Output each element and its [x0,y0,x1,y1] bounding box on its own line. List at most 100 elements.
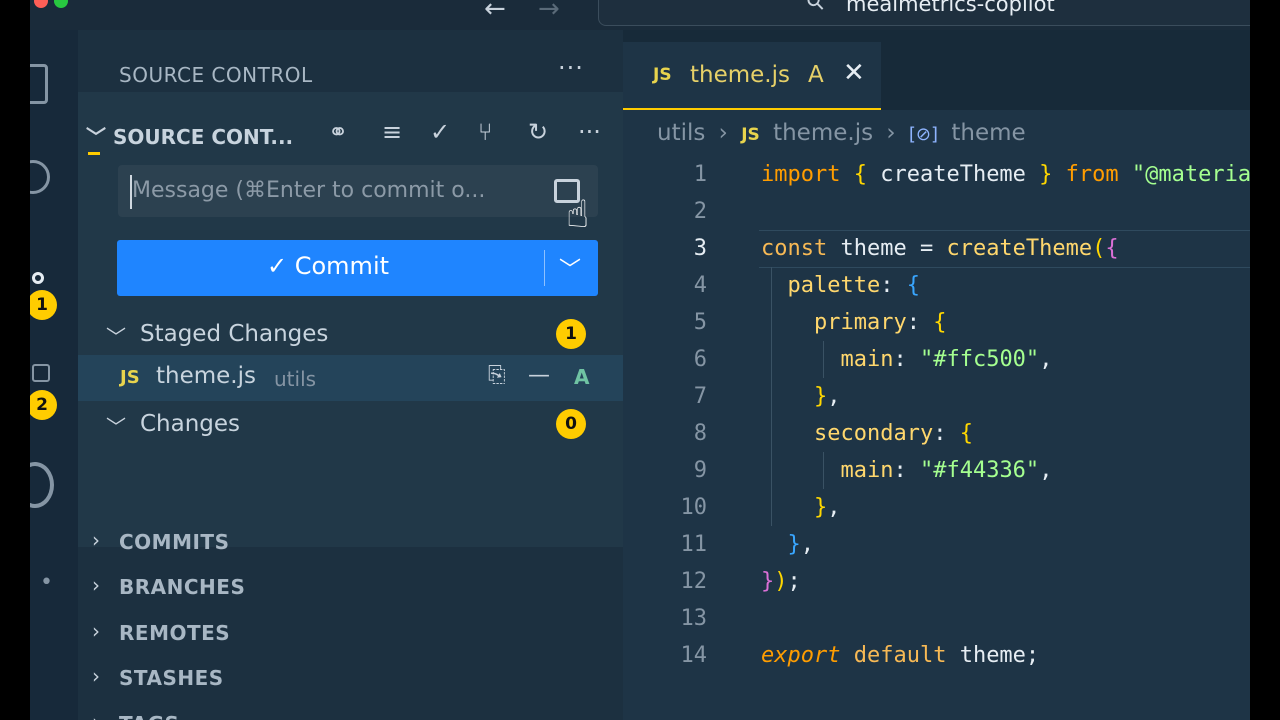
code-text: main: "#f44336", [840,458,1053,483]
chevron-right-icon: › [92,619,100,643]
code-line: 8 secondary: { [623,415,1250,452]
github-icon[interactable] [30,462,54,508]
code-text: import { createTheme } from "@material-u… [761,162,1250,187]
line-number: 4 [693,273,707,298]
tab-status: A [808,62,824,88]
remotes-panel-header[interactable]: › REMOTES [78,613,623,653]
open-file-icon[interactable]: ⎘ [488,363,506,388]
commit-button-separator [544,250,545,286]
tags-panel-header[interactable]: › TAGS [78,704,623,720]
line-number: 5 [693,310,707,335]
run-badge: 2 [30,390,57,420]
code-line: 5 primary: { [623,304,1250,341]
commits-panel-header[interactable]: › COMMITS [78,522,623,562]
code-line: 7 }, [623,378,1250,415]
breadcrumb-file[interactable]: theme.js [773,120,873,146]
chevron-right-icon: › [92,573,100,597]
activity-bar: 1 2 • [30,30,78,720]
file-status-added: A [574,365,590,389]
staged-changes-label: Staged Changes [140,321,329,347]
code-line: 2 [623,193,1250,230]
unstage-icon[interactable]: — [528,363,550,388]
back-arrow-icon[interactable]: ← [484,0,506,24]
code-line: 14 export default theme; [623,637,1250,674]
scm-more-icon[interactable]: ··· [578,118,601,146]
view-as-list-icon[interactable]: ≡ [382,118,402,146]
line-number: 13 [680,606,708,631]
line-number: 12 [680,569,708,594]
window-title: mealmetrics-copilot [846,0,1055,16]
code-line: 9 main: "#f44336", [623,452,1250,489]
line-number: 3 [693,236,707,261]
line-number: 1 [693,162,707,187]
line-number: 8 [693,421,707,446]
run-debug-icon[interactable] [32,364,50,382]
code-text: const theme = createTheme({ [761,236,1119,261]
code-text: secondary: { [813,421,973,446]
code-text: }, [813,384,841,409]
stashes-label: STASHES [119,666,224,690]
refresh-icon[interactable]: ↻ [528,118,548,146]
line-number: 7 [693,384,707,409]
code-text: main: "#ffc500", [840,347,1053,372]
code-editor[interactable]: 1 import { createTheme } from "@material-… [623,156,1251,674]
branches-panel-header[interactable]: › BRANCHES [78,567,623,607]
pointer-hand-icon: ☝ [566,192,590,236]
commit-check-icon[interactable]: ✓ [430,118,450,146]
code-line: 4 palette: { [623,267,1250,304]
staged-changes-group[interactable]: ﹀ Staged Changes 1 [78,313,623,357]
code-line: 10 }, [623,489,1250,526]
views-more-icon[interactable]: ··· [558,54,584,82]
code-line: 6 main: "#ffc500", [623,341,1250,378]
explorer-icon[interactable] [30,64,48,104]
tags-label: TAGS [119,712,179,720]
code-text: }, [787,532,815,557]
commit-dropdown-chevron-icon[interactable]: ﹀ [559,252,581,284]
javascript-file-icon: JS [741,125,760,145]
commit-button[interactable]: ✓ Commit ﹀ [117,240,598,296]
line-number: 2 [693,199,707,224]
breadcrumb-separator: › [718,120,728,146]
tab-bar: JS theme.js A ✕ [623,30,1250,110]
stashes-panel-header[interactable]: › STASHES [78,658,623,698]
tab-theme-js[interactable]: JS theme.js A ✕ [623,42,881,110]
staged-file-row[interactable]: JS theme.js utils ⎘ — A [78,355,623,401]
chevron-right-icon: › [92,710,100,720]
pull-request-icon[interactable]: ⑂ [478,118,492,146]
search-view-icon[interactable] [30,160,50,194]
code-line: 13 [623,600,1250,637]
source-control-icon[interactable] [32,272,44,284]
scm-section-header[interactable]: ﹀ SOURCE CONT... [86,121,293,150]
code-text: primary: { [813,310,947,335]
graph-icon[interactable]: ⚭ [328,118,348,146]
javascript-file-icon: JS [653,65,672,85]
code-text: palette: { [787,273,920,298]
code-line: 3 const theme = createTheme({ [623,230,1250,267]
changes-group[interactable]: ﹀ Changes 0 [78,403,623,447]
commits-label: COMMITS [119,530,230,554]
source-control-sidebar: SOURCE CONTROL ··· ﹀ SOURCE CONT... ⚭ ≡ … [78,30,623,720]
forward-arrow-icon[interactable]: → [538,0,560,24]
code-text: }, [813,495,841,520]
changes-label: Changes [140,411,241,437]
line-number: 11 [680,532,708,557]
staged-count-badge: 1 [556,319,586,349]
symbol-variable-icon: [⊘] [908,124,939,145]
commit-message-input[interactable]: Message (⌘Enter to commit o... [118,165,598,217]
chevron-right-icon: › [92,528,100,552]
line-number: 10 [680,495,708,520]
chevron-down-icon: ﹀ [86,125,106,149]
code-line: 12}); [623,563,1250,600]
breadcrumb-symbol[interactable]: theme [951,120,1025,146]
close-icon[interactable]: ✕ [843,58,865,88]
code-text: export default theme; [761,643,1040,668]
editor-area: JS theme.js A ✕ utils › JS theme.js › [⊘… [623,30,1250,720]
scm-section-title: SOURCE CONT... [112,125,294,149]
breadcrumb-separator: › [886,120,896,146]
remotes-label: REMOTES [119,621,231,645]
code-line: 1 import { createTheme } from "@material-… [623,156,1250,193]
breadcrumb: utils › JS theme.js › [⊘] theme [657,120,1032,146]
more-icon[interactable]: • [40,570,53,595]
staged-file-dir: utils [274,367,317,391]
breadcrumb-folder[interactable]: utils [657,120,705,146]
